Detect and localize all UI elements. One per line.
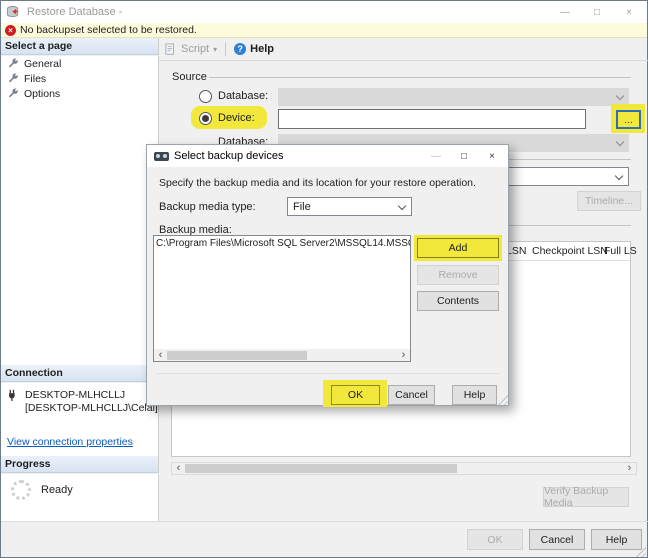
toolbar-divider [225,42,227,56]
modal-cancel-button[interactable]: Cancel [388,385,435,405]
footer-divider [1,521,648,522]
progress-spinner-icon [11,480,31,500]
chevron-down-icon [615,137,625,147]
scroll-right-icon[interactable]: › [623,463,636,474]
scroll-left-icon[interactable]: ‹ [154,350,167,361]
cancel-button[interactable]: Cancel [529,529,585,550]
sidebar-item-files[interactable]: Files [1,71,158,86]
pages-panel: General Files Options [1,56,159,365]
modal-ok-button[interactable]: OK [331,385,380,405]
backup-media-type-value: File [293,201,311,213]
scroll-right-icon[interactable]: › [397,350,410,361]
device-radio-label: Device: [218,112,255,124]
device-path-input[interactable] [278,109,586,129]
grid-horizontal-scrollbar[interactable]: ‹ › [171,462,637,475]
window-titlebar: Restore Database - — □ × [1,1,647,23]
minimize-icon[interactable]: — [549,1,581,23]
scrollbar-thumb[interactable] [167,351,307,360]
list-horizontal-scrollbar[interactable]: ‹ › [154,349,410,361]
scroll-left-icon[interactable]: ‹ [172,463,185,474]
timeline-button[interactable]: Timeline... [577,191,641,211]
browse-device-button[interactable]: ... [616,110,641,129]
server-connection-icon [9,389,15,401]
database-radio[interactable] [199,90,212,103]
restore-database-window: Restore Database - — □ × × No backupset … [0,0,648,558]
sidebar-item-label: Files [24,72,47,85]
select-a-page-header: Select a page [1,38,159,55]
script-button[interactable]: Script ▾ [165,43,217,56]
contents-button[interactable]: Contents [417,291,499,311]
script-label: Script [181,43,210,55]
source-database-dropdown[interactable] [278,88,629,106]
backup-media-item[interactable]: C:\Program Files\Microsoft SQL Server2\M… [156,238,410,249]
connection-server-user: [DESKTOP-MLHCLLJ\Celal] [25,402,158,414]
dialog-toolbar: Script ▾ ? Help [159,38,648,61]
add-button[interactable]: Add [417,238,499,258]
backup-media-type-label: Backup media type: [159,201,256,213]
grid-column-lsn[interactable]: LSN [506,245,526,257]
modal-resize-grip[interactable] [498,395,508,405]
database-radio-label: Database: [218,90,269,102]
window-title: Restore Database - [27,6,123,18]
modal-footer-divider [157,373,500,374]
help-button[interactable]: Help [591,529,642,550]
minimize-icon[interactable]: — [422,146,450,166]
sidebar-item-general[interactable]: General [1,56,158,71]
wrench-icon [8,72,18,82]
backup-device-icon [154,151,169,161]
close-icon[interactable]: × [613,1,645,23]
warning-text: No backupset selected to be restored. [20,24,197,36]
restore-database-icon [6,6,19,18]
backup-media-type-dropdown[interactable]: File [287,197,412,216]
select-backup-devices-dialog: Select backup devices — □ × Specify the … [146,144,509,407]
modal-instruction: Specify the backup media and its locatio… [159,177,476,189]
source-group-label: Source [172,71,207,83]
device-radio[interactable] [199,112,212,125]
wrench-icon [8,57,18,67]
backup-media-list[interactable]: C:\Program Files\Microsoft SQL Server2\M… [153,235,411,362]
wrench-icon [8,87,18,97]
scrollbar-thumb[interactable] [185,464,457,473]
sidebar-item-options[interactable]: Options [1,86,158,101]
modal-titlebar: Select backup devices — □ × [147,145,508,167]
maximize-icon[interactable]: □ [450,146,478,166]
chevron-down-icon [614,171,624,181]
connection-server-name: DESKTOP-MLHCLLJ [25,389,126,401]
remove-button[interactable]: Remove [417,265,499,285]
chevron-down-icon [615,91,625,101]
progress-panel: Ready [1,474,159,521]
grid-column-checkpoint-lsn[interactable]: Checkpoint LSN [532,245,608,257]
grid-column-full-lsn[interactable]: Full LS [604,245,637,257]
help-button[interactable]: ? Help [234,43,274,55]
progress-header: Progress [1,456,159,473]
help-label: Help [250,43,274,55]
sidebar-item-label: General [24,57,62,70]
ok-button[interactable]: OK [467,529,523,550]
modal-help-button[interactable]: Help [452,385,497,405]
progress-status: Ready [41,484,73,496]
connection-panel: DESKTOP-MLHCLLJ [DESKTOP-MLHCLLJ\Celal] … [1,383,159,456]
maximize-icon[interactable]: □ [581,1,613,23]
script-icon [165,43,174,55]
error-icon: × [5,24,16,36]
source-group-line [209,77,631,78]
chevron-down-icon [397,201,407,211]
verify-backup-media-button[interactable]: Verify Backup Media [543,485,629,509]
connection-header: Connection [1,365,159,382]
close-icon[interactable]: × [478,146,506,166]
view-connection-properties-link[interactable]: View connection properties [7,436,133,448]
chevron-down-icon: ▾ [213,44,218,54]
sidebar-item-label: Options [24,87,61,100]
help-icon: ? [234,43,247,55]
modal-title: Select backup devices [174,150,284,162]
warning-bar: × No backupset selected to be restored. [1,23,647,38]
